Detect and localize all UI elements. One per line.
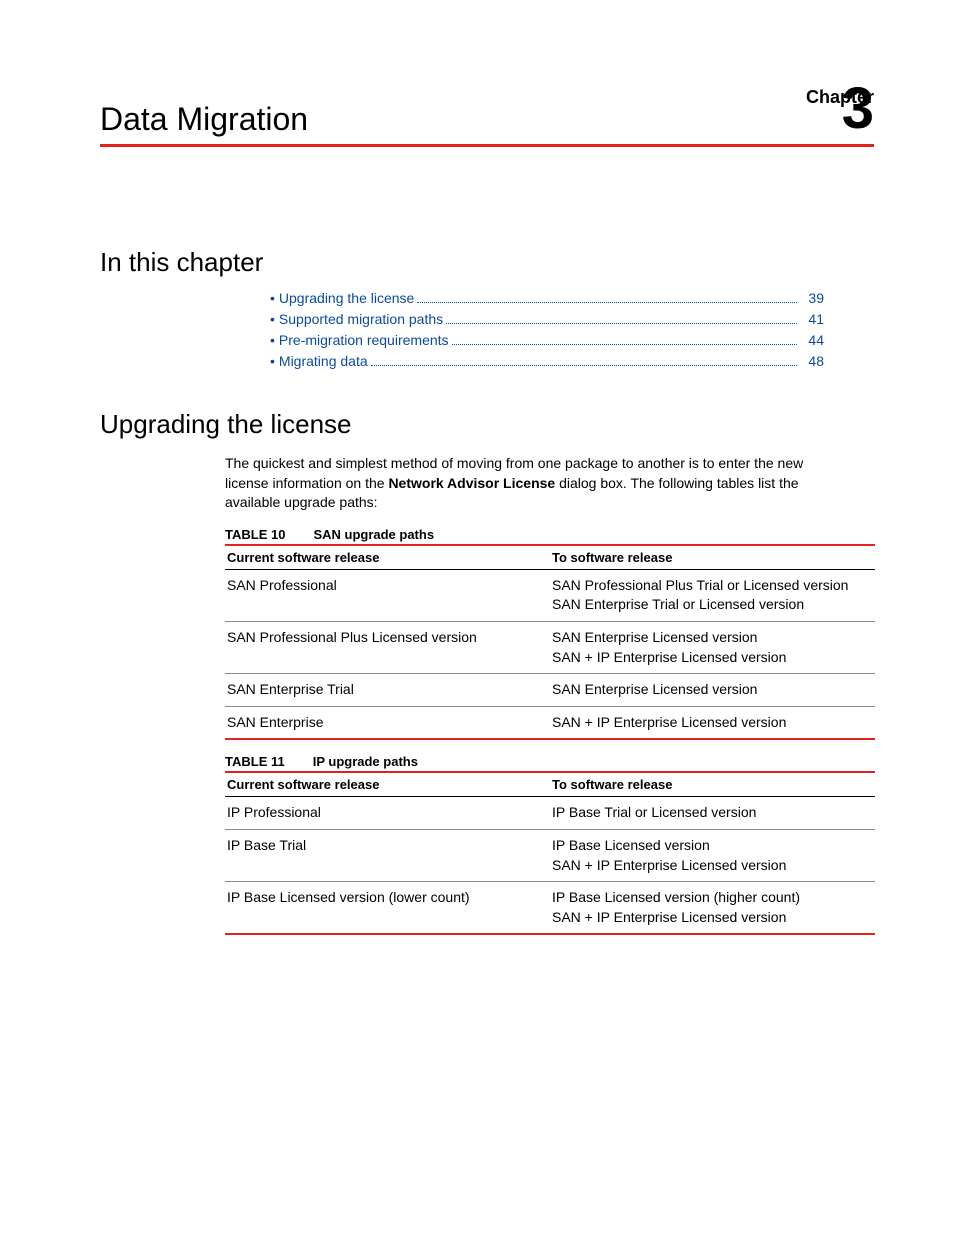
column-header: Current software release: [225, 772, 550, 797]
chapter-label: Chapter: [806, 87, 874, 108]
bullet-icon: •: [270, 290, 275, 306]
table-title: IP upgrade paths: [313, 754, 418, 769]
toc-link[interactable]: Migrating data: [279, 353, 368, 369]
toc-link[interactable]: Supported migration paths: [279, 311, 443, 327]
toc-page-number[interactable]: 48: [800, 353, 824, 369]
section-heading-upgrading-license: Upgrading the license: [100, 409, 874, 440]
dialog-name: Network Advisor License: [388, 475, 555, 491]
table-row: SAN Professional Plus Licensed version S…: [225, 621, 875, 673]
table-cell: SAN Enterprise Licensed version: [550, 674, 875, 707]
table-cell: IP Base Licensed version (lower count): [225, 882, 550, 935]
table-cell: IP Base Trial or Licensed version: [550, 797, 875, 830]
table-row: IP Base Trial IP Base Licensed versionSA…: [225, 829, 875, 881]
table-caption: TABLE 10 SAN upgrade paths: [225, 527, 874, 542]
toc-page-number[interactable]: 44: [800, 332, 824, 348]
table-cell: SAN Professional Plus Licensed version: [225, 621, 550, 673]
table-row: IP Base Licensed version (lower count) I…: [225, 882, 875, 935]
toc-page-number[interactable]: 39: [800, 290, 824, 306]
table-cell: IP Professional: [225, 797, 550, 830]
chapter-title: Data Migration: [100, 101, 308, 138]
bullet-icon: •: [270, 353, 275, 369]
table-cell: SAN Enterprise Licensed versionSAN + IP …: [550, 621, 875, 673]
toc-row: • Pre-migration requirements 44: [270, 332, 824, 348]
table-cell: IP Base Trial: [225, 829, 550, 881]
toc-page-number[interactable]: 41: [800, 311, 824, 327]
table-cell: SAN Enterprise: [225, 706, 550, 739]
column-header: Current software release: [225, 545, 550, 570]
table-cell: SAN + IP Enterprise Licensed version: [550, 706, 875, 739]
table-number: TABLE 10: [225, 527, 285, 542]
section-heading-in-this-chapter: In this chapter: [100, 247, 874, 278]
column-header: To software release: [550, 545, 875, 570]
toc-list: • Upgrading the license 39 • Supported m…: [270, 290, 824, 369]
table-ip-upgrade-paths: Current software release To software rel…: [225, 771, 875, 935]
chapter-header: Data Migration 3: [100, 80, 874, 147]
table-cell: IP Base Licensed version (higher count)S…: [550, 882, 875, 935]
table-row: SAN Enterprise Trial SAN Enterprise Lice…: [225, 674, 875, 707]
toc-row: • Migrating data 48: [270, 353, 824, 369]
toc-row: • Upgrading the license 39: [270, 290, 824, 306]
bullet-icon: •: [270, 311, 275, 327]
bullet-icon: •: [270, 332, 275, 348]
table-number: TABLE 11: [225, 754, 285, 769]
toc-dots: [446, 317, 797, 324]
table-row: IP Professional IP Base Trial or License…: [225, 797, 875, 830]
table-row: SAN Enterprise SAN + IP Enterprise Licen…: [225, 706, 875, 739]
table-row: SAN Professional SAN Professional Plus T…: [225, 569, 875, 621]
table-title: SAN upgrade paths: [313, 527, 434, 542]
table-cell: SAN Professional: [225, 569, 550, 621]
column-header: To software release: [550, 772, 875, 797]
toc-link[interactable]: Upgrading the license: [279, 290, 414, 306]
table-cell: SAN Enterprise Trial: [225, 674, 550, 707]
toc-link[interactable]: Pre-migration requirements: [279, 332, 449, 348]
toc-row: • Supported migration paths 41: [270, 311, 824, 327]
table-san-upgrade-paths: Current software release To software rel…: [225, 544, 875, 741]
toc-dots: [371, 359, 797, 366]
intro-paragraph: The quickest and simplest method of movi…: [225, 454, 844, 513]
table-cell: SAN Professional Plus Trial or Licensed …: [550, 569, 875, 621]
toc-dots: [452, 338, 797, 345]
table-cell: IP Base Licensed versionSAN + IP Enterpr…: [550, 829, 875, 881]
toc-dots: [417, 296, 797, 303]
table-caption: TABLE 11 IP upgrade paths: [225, 754, 874, 769]
